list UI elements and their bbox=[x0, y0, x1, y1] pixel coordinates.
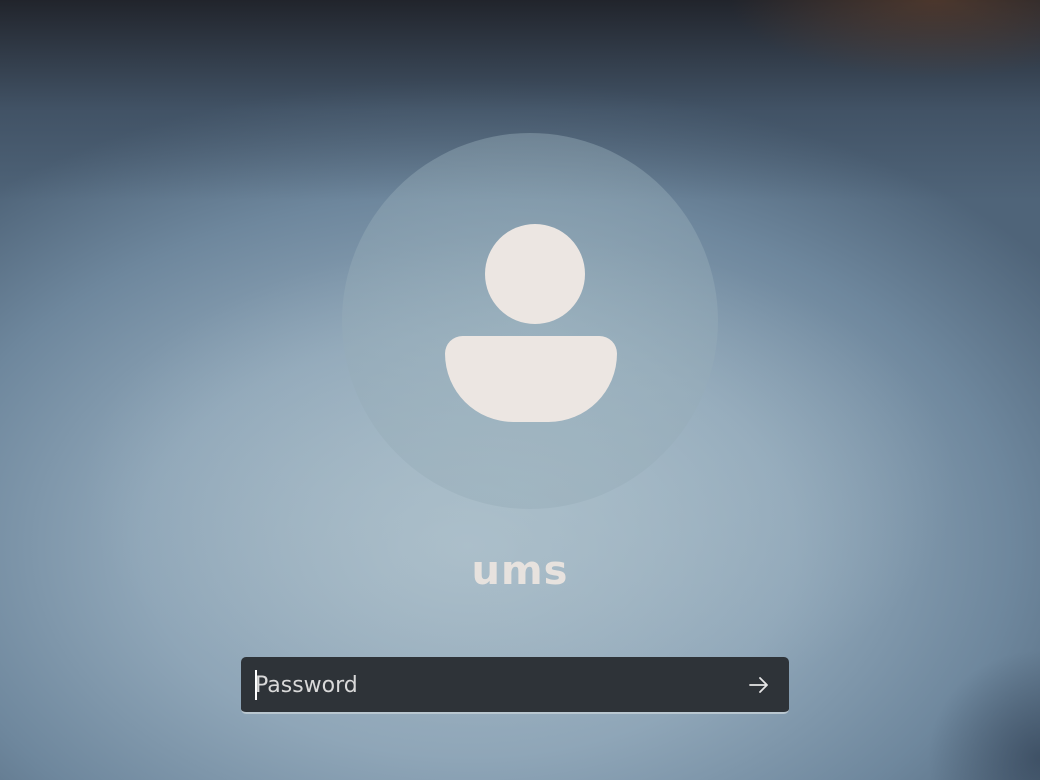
username-label: ums bbox=[471, 548, 569, 594]
text-caret bbox=[255, 670, 257, 700]
avatar-body-icon bbox=[445, 336, 617, 422]
background-corner-glow bbox=[620, 0, 1040, 140]
submit-button[interactable] bbox=[739, 665, 779, 705]
arrow-right-icon bbox=[749, 677, 768, 693]
password-input[interactable] bbox=[255, 665, 725, 705]
user-avatar bbox=[342, 133, 718, 509]
password-field-container[interactable] bbox=[241, 657, 789, 714]
avatar-head-icon bbox=[485, 224, 585, 324]
